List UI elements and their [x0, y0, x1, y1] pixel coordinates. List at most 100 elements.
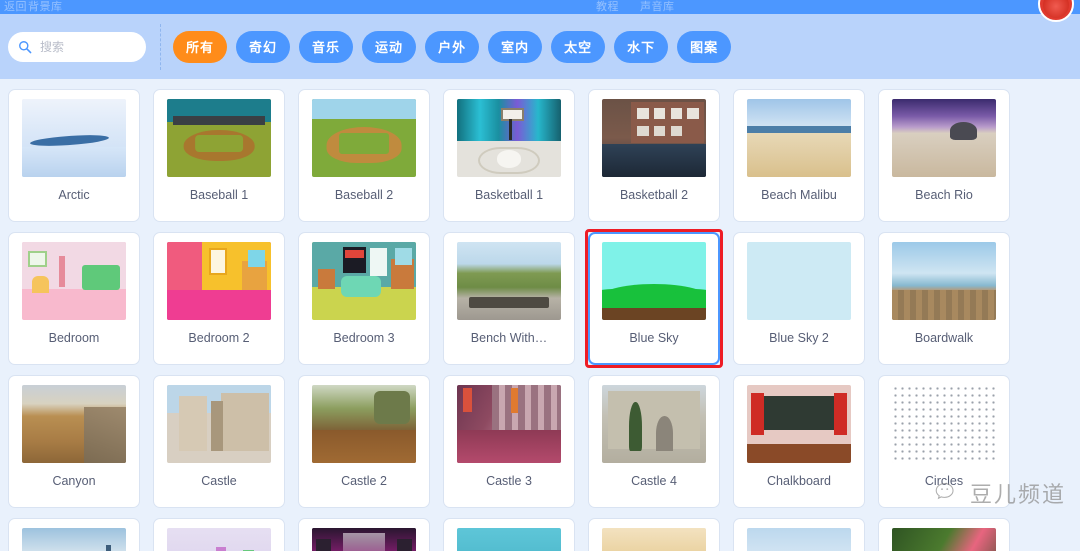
backdrop-card[interactable]: Colorful City	[153, 518, 285, 551]
backdrop-art	[312, 528, 416, 551]
category-chip-0[interactable]: 所有	[173, 30, 228, 63]
backdrop-label: Circles	[924, 474, 964, 488]
backdrop-thumbnail	[312, 528, 416, 551]
backdrop-art	[602, 528, 706, 551]
backdrop-card[interactable]: Castle 4	[588, 375, 720, 508]
backdrop-card[interactable]: Beach Malibu	[733, 89, 865, 222]
tutorials-label[interactable]: 教程	[596, 0, 619, 14]
art-layer	[167, 290, 271, 320]
category-chip-5[interactable]: 室内	[488, 30, 543, 63]
backdrop-card[interactable]: Bench With…	[443, 232, 575, 365]
art-layer	[602, 308, 706, 320]
art-layer	[312, 99, 416, 120]
backdrop-art	[312, 99, 416, 177]
backdrop-label: Arctic	[58, 188, 90, 202]
backdrop-art	[602, 242, 706, 320]
backdrop-label: Castle 4	[631, 474, 677, 488]
backdrop-card[interactable]	[588, 518, 720, 551]
page-title: 背景库	[28, 1, 63, 13]
backdrop-art	[892, 528, 996, 551]
backdrop-thumbnail	[892, 99, 996, 177]
art-layer	[492, 385, 561, 431]
back-label[interactable]: 返回	[4, 0, 27, 14]
search-box[interactable]	[8, 31, 146, 62]
backdrop-card[interactable]: Castle 2	[298, 375, 430, 508]
backdrop-thumbnail	[22, 385, 126, 463]
art-layer	[215, 546, 227, 551]
backdrop-grid-scroll[interactable]: Arctic Baseball 1 Baseball 2 Basketball 1 Ba…	[0, 79, 1080, 551]
art-layer	[59, 256, 65, 288]
backdrop-card[interactable]: Baseball 1	[153, 89, 285, 222]
backdrop-art	[747, 528, 851, 551]
backdrop-library-screen: 返回 背景库 教程 声音库 所有奇幻音乐运动户外室内太空水下图案 Arctic B…	[0, 0, 1080, 551]
backdrop-label: Beach Rio	[915, 188, 973, 202]
art-layer	[608, 391, 700, 449]
backdrop-card[interactable]: Boardwalk	[878, 232, 1010, 365]
backdrop-thumbnail	[747, 528, 851, 551]
backdrop-card[interactable]: Blue Sky 2	[733, 232, 865, 365]
search-input[interactable]	[40, 39, 136, 54]
backdrop-art	[457, 99, 561, 177]
backdrop-card[interactable]: Castle	[153, 375, 285, 508]
backdrop-label: Castle 3	[486, 474, 532, 488]
art-layer	[751, 392, 764, 435]
category-chip-8[interactable]: 图案	[677, 30, 732, 63]
backdrop-thumbnail	[22, 528, 126, 551]
backdrop-art	[22, 242, 126, 320]
backdrop-card[interactable]	[443, 518, 575, 551]
backdrop-card[interactable]: City With W…	[8, 518, 140, 551]
backdrop-art	[167, 528, 271, 551]
backdrop-art	[457, 242, 561, 320]
backdrop-art	[457, 385, 561, 463]
backdrop-label: Bench With…	[470, 331, 548, 345]
backdrop-thumbnail	[312, 385, 416, 463]
sound-library-label[interactable]: 声音库	[640, 0, 675, 14]
backdrop-card[interactable]: Blue Sky	[585, 229, 723, 368]
backdrop-thumbnail	[167, 528, 271, 551]
art-layer	[395, 248, 412, 266]
art-layer	[32, 276, 50, 294]
backdrop-card[interactable]: Basketball 1	[443, 89, 575, 222]
art-layer	[28, 251, 47, 267]
backdrop-card[interactable]: Castle 3	[443, 375, 575, 508]
backdrop-card[interactable]: Beach Rio	[878, 89, 1010, 222]
backdrop-card[interactable]: Arctic	[8, 89, 140, 222]
backdrop-thumbnail	[602, 99, 706, 177]
art-layer	[654, 108, 666, 120]
backdrop-card[interactable]	[878, 518, 1010, 551]
backdrop-label: Baseball 2	[334, 188, 394, 202]
category-chip-3[interactable]: 运动	[362, 30, 417, 63]
category-chip-4[interactable]: 户外	[425, 30, 480, 63]
category-chip-7[interactable]: 水下	[614, 30, 669, 63]
backdrop-card[interactable]: Canyon	[8, 375, 140, 508]
backdrop-card[interactable]: Circles	[878, 375, 1010, 508]
backdrop-card[interactable]: Baseball 2	[298, 89, 430, 222]
art-layer	[208, 248, 228, 275]
art-layer	[195, 134, 243, 153]
backdrop-art	[312, 242, 416, 320]
art-layer	[457, 430, 561, 463]
backdrop-card[interactable]: Bedroom	[8, 232, 140, 365]
backdrop-card[interactable]: Bedroom 2	[153, 232, 285, 365]
backdrop-label: Blue Sky 2	[769, 331, 829, 345]
watermelon-logo-icon	[1038, 0, 1074, 22]
search-icon	[18, 40, 32, 54]
art-layer	[106, 545, 112, 551]
backdrop-thumbnail	[892, 242, 996, 320]
backdrop-thumbnail	[457, 528, 561, 551]
backdrop-card[interactable]	[733, 518, 865, 551]
art-layer	[341, 276, 381, 297]
backdrop-art	[747, 242, 851, 320]
category-chip-1[interactable]: 奇幻	[236, 30, 291, 63]
category-chip-6[interactable]: 太空	[551, 30, 606, 63]
backdrop-card[interactable]: Basketball 2	[588, 89, 720, 222]
backdrop-label: Boardwalk	[914, 331, 974, 345]
backdrop-label: Castle	[201, 474, 237, 488]
backdrop-thumbnail	[747, 385, 851, 463]
category-chip-2[interactable]: 音乐	[299, 30, 354, 63]
backdrop-card[interactable]: Bedroom 3	[298, 232, 430, 365]
backdrop-card[interactable]: Chalkboard	[733, 375, 865, 508]
backdrop-card[interactable]: Concert	[298, 518, 430, 551]
art-layer	[179, 395, 207, 451]
backdrop-art	[892, 99, 996, 177]
